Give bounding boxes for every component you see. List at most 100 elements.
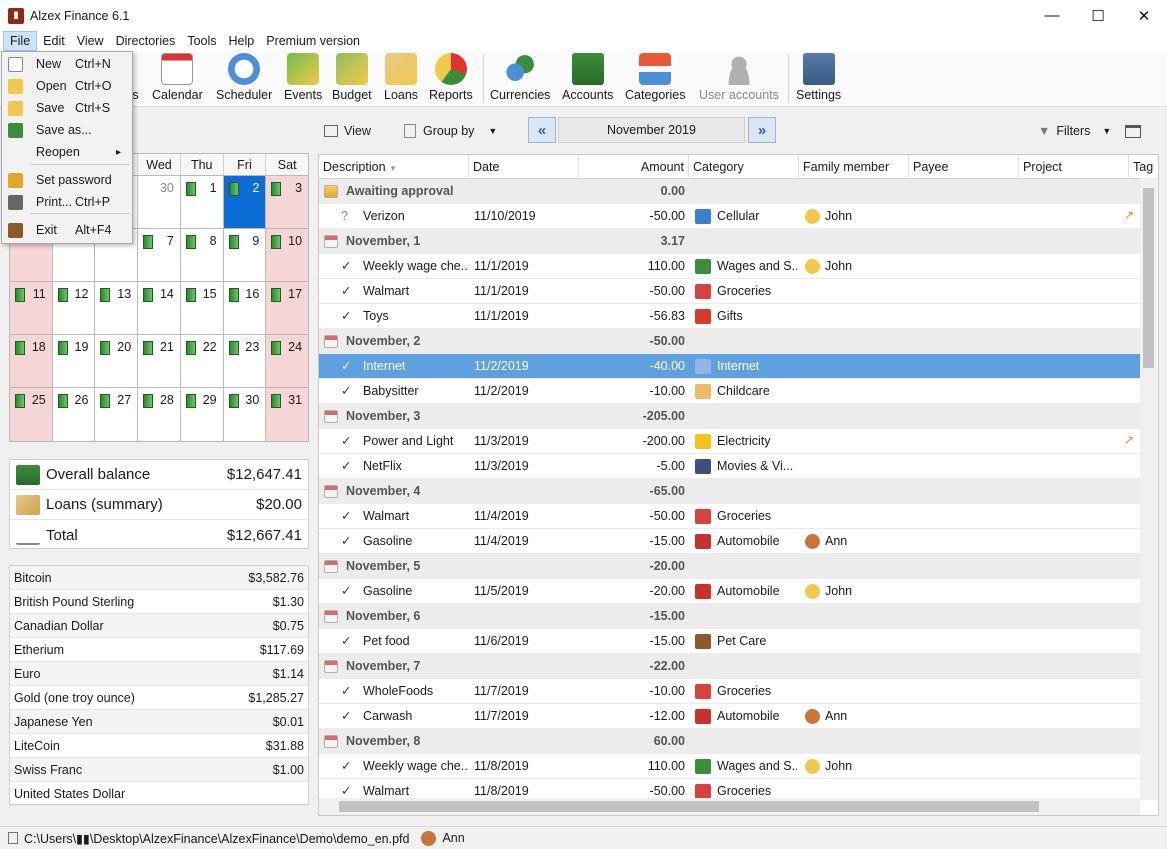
group-header-row[interactable]: November, 8 60.00 [319, 729, 1140, 754]
transaction-row[interactable]: ✓ Weekly wage che... 11/8/2019 110.00 Wages … [319, 754, 1140, 779]
transaction-row[interactable]: ✓ Carwash 11/7/2019 -12.00 Automobile Ann [319, 704, 1140, 729]
file-menu-set-password[interactable]: Set password [2, 169, 132, 191]
currency-rate-row[interactable]: Euro $1.14 [10, 662, 308, 686]
horizontal-scrollbar[interactable] [319, 798, 1140, 815]
group-header-row[interactable]: Awaiting approval 0.00 [319, 179, 1140, 204]
currency-rate-row[interactable]: Bitcoin $3,582.76 [10, 566, 308, 590]
calendar-day[interactable]: 28 [138, 388, 181, 441]
file-menu-print[interactable]: Print... Ctrl+P [2, 191, 132, 213]
currency-rate-row[interactable]: Japanese Yen $0.01 [10, 710, 308, 734]
toolbar-scheduler-button[interactable]: Scheduler [216, 53, 272, 105]
toolbar-settings-button[interactable]: Settings [796, 53, 841, 105]
calendar-day[interactable]: 23 [223, 335, 267, 387]
transaction-row[interactable]: ✓ Toys 11/1/2019 -56.83 Gifts [319, 304, 1140, 329]
toolbar-budget-button[interactable]: Budget [332, 53, 372, 105]
column-date[interactable]: Date [469, 155, 579, 179]
calendar-day[interactable]: 10 [266, 229, 309, 281]
filters-button[interactable]: ▼ Filters ▼ [1038, 121, 1111, 141]
transaction-row[interactable]: ✓ NetFlix 11/3/2019 -5.00 Movies & Vi... [319, 454, 1140, 479]
file-menu-new[interactable]: New Ctrl+N [2, 53, 132, 75]
menu-tools[interactable]: Tools [181, 31, 222, 51]
toolbar-currencies-button[interactable]: Currencies [490, 53, 550, 105]
column-payee[interactable]: Payee [909, 155, 1019, 179]
next-month-button[interactable]: » [748, 117, 776, 143]
group-header-row[interactable]: November, 4 -65.00 [319, 479, 1140, 504]
menu-directories[interactable]: Directories [110, 31, 182, 51]
calendar-day[interactable]: 12 [52, 282, 96, 334]
maximize-button[interactable]: ☐ [1075, 0, 1121, 31]
currency-rate-row[interactable]: British Pound Sterling $1.30 [10, 590, 308, 614]
column-description[interactable]: Description ▼ [319, 155, 469, 179]
file-menu-exit[interactable]: Exit Alt+F4 [2, 219, 132, 241]
transaction-row[interactable]: ✓ Weekly wage che... 11/1/2019 110.00 Wages … [319, 254, 1140, 279]
toolbar-calendar-button[interactable]: Calendar [152, 53, 203, 105]
calendar-day[interactable]: 1 [180, 176, 224, 228]
calendar-day[interactable]: 30 [223, 388, 267, 441]
currency-rate-row[interactable]: Canadian Dollar $0.75 [10, 614, 308, 638]
currency-rate-row[interactable]: Swiss Franc $1.00 [10, 758, 308, 782]
calendar-day[interactable]: 15 [180, 282, 224, 334]
calendar-day[interactable]: 31 [266, 388, 309, 441]
vertical-scrollbar[interactable] [1140, 178, 1157, 800]
transaction-row[interactable]: ✓ Walmart 11/4/2019 -50.00 Groceries [319, 504, 1140, 529]
calendar-day[interactable]: 21 [138, 335, 181, 387]
calendar-day[interactable]: 24 [266, 335, 309, 387]
scrollbar-thumb[interactable] [339, 801, 1039, 812]
transaction-row[interactable]: ✓ Pet food 11/6/2019 -15.00 Pet Care [319, 629, 1140, 654]
calendar-day[interactable]: 22 [180, 335, 224, 387]
toolbar-reports-button[interactable]: Reports [429, 53, 473, 105]
transaction-row[interactable]: ✓ Gasoline 11/4/2019 -15.00 Automobile Ann [319, 529, 1140, 554]
column-project[interactable]: Project [1019, 155, 1129, 179]
group-header-row[interactable]: November, 7 -22.00 [319, 654, 1140, 679]
transaction-row[interactable]: ? Verizon 11/10/2019 -50.00 Cellular John ↗ [319, 204, 1140, 229]
panel-toggle-button[interactable] [1125, 121, 1141, 141]
transaction-row[interactable]: ✓ Internet 11/2/2019 -40.00 Internet [319, 354, 1140, 379]
menu-file[interactable]: File [3, 31, 38, 51]
calendar-day[interactable]: 9 [223, 229, 267, 281]
minimize-button[interactable]: — [1029, 0, 1075, 31]
calendar-day[interactable]: 3 [266, 176, 309, 228]
calendar-day[interactable]: 17 [266, 282, 309, 334]
column-category[interactable]: Category [689, 155, 799, 179]
group-header-row[interactable]: November, 1 3.17 [319, 229, 1140, 254]
close-button[interactable]: ✕ [1121, 0, 1167, 31]
file-menu-save[interactable]: Save Ctrl+S [2, 97, 132, 119]
calendar-day[interactable]: 19 [52, 335, 96, 387]
transaction-row[interactable]: ✓ Walmart 11/1/2019 -50.00 Groceries [319, 279, 1140, 304]
prev-month-button[interactable]: « [528, 117, 556, 143]
group-header-row[interactable]: November, 3 -205.00 [319, 404, 1140, 429]
menu-premium[interactable]: Premium version [260, 31, 366, 51]
calendar-day[interactable]: 29 [180, 388, 224, 441]
toolbar-accounts-button[interactable]: Accounts [562, 53, 613, 105]
menu-edit[interactable]: Edit [37, 31, 71, 51]
calendar-day[interactable]: 20 [95, 335, 139, 387]
column-tag[interactable]: Tag [1129, 155, 1158, 179]
group-header-row[interactable]: November, 2 -50.00 [319, 329, 1140, 354]
scrollbar-thumb[interactable] [1143, 188, 1154, 368]
column-amount[interactable]: Amount [579, 155, 689, 179]
toolbar-loans-button[interactable]: Loans [384, 53, 418, 105]
calendar-day[interactable]: 14 [138, 282, 181, 334]
toolbar-events-button[interactable]: Events [284, 53, 322, 105]
transaction-row[interactable]: ✓ WholeFoods 11/7/2019 -10.00 Groceries [319, 679, 1140, 704]
transaction-row[interactable]: ✓ Power and Light 11/3/2019 -200.00 Electric… [319, 429, 1140, 454]
calendar-day[interactable]: 11 [10, 282, 53, 334]
currency-rate-row[interactable]: LiteCoin $31.88 [10, 734, 308, 758]
currency-rate-row[interactable]: Gold (one troy ounce) $1,285.27 [10, 686, 308, 710]
calendar-day[interactable]: 2 [223, 176, 267, 228]
view-dropdown[interactable]: View [324, 121, 371, 141]
group-by-dropdown[interactable]: Group by ▼ [404, 121, 497, 141]
group-header-row[interactable]: November, 6 -15.00 [319, 604, 1140, 629]
transaction-row[interactable]: ✓ Gasoline 11/5/2019 -20.00 Automobile John [319, 579, 1140, 604]
menu-help[interactable]: Help [223, 31, 261, 51]
calendar-day[interactable]: 13 [95, 282, 139, 334]
calendar-day[interactable]: 18 [10, 335, 53, 387]
menu-view[interactable]: View [71, 31, 110, 51]
calendar-day[interactable]: 25 [10, 388, 53, 441]
calendar-day[interactable]: 26 [52, 388, 96, 441]
calendar-day[interactable]: 27 [95, 388, 139, 441]
calendar-day[interactable]: 16 [223, 282, 267, 334]
column-family-member[interactable]: Family member [799, 155, 909, 179]
file-menu-reopen[interactable]: Reopen ▸ [2, 141, 132, 163]
currency-rate-row[interactable]: Etherium $117.69 [10, 638, 308, 662]
